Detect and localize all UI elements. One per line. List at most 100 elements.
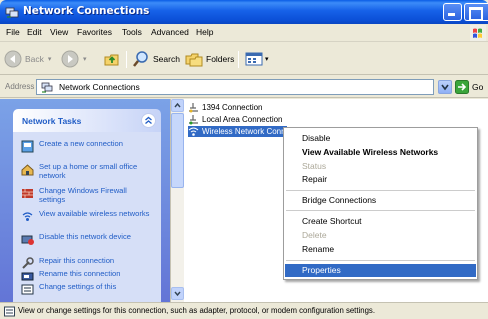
- folders-icon: [185, 53, 203, 67]
- forward-dropdown-icon[interactable]: ▾: [83, 55, 87, 63]
- task-label: Change settings of this: [39, 282, 117, 291]
- wireless-icon: [22, 212, 33, 221]
- forward-arrow-icon: [61, 50, 79, 68]
- lan-connection-icon: [189, 115, 198, 125]
- forward-button[interactable]: ▾: [61, 49, 87, 69]
- go-button[interactable]: Go: [455, 80, 483, 94]
- windows-logo-icon: [470, 25, 486, 41]
- search-icon: [133, 51, 148, 67]
- task-label: Rename this connection: [39, 269, 121, 278]
- up-folder-icon: [104, 54, 119, 66]
- task-pane-scrollbar[interactable]: [170, 99, 184, 302]
- task-repair-connection[interactable]: Repair this connection: [21, 256, 153, 270]
- task-label: View available wireless networks: [39, 209, 150, 218]
- folders-label: Folders: [206, 54, 235, 64]
- task-rename-connection[interactable]: Rename this connection: [21, 269, 153, 283]
- minimize-button[interactable]: [443, 3, 462, 21]
- settings-icon: [21, 284, 34, 295]
- menu-advanced[interactable]: Advanced: [151, 27, 189, 37]
- wireless-connection-icon: [188, 127, 199, 136]
- connection-label: 1394 Connection: [202, 103, 263, 112]
- go-label: Go: [472, 82, 484, 92]
- network-tasks-list: Create a new connection Set up a home or…: [13, 132, 161, 307]
- menu-favorites[interactable]: Favorites: [77, 27, 112, 37]
- status-text: View or change settings for this connect…: [18, 306, 375, 315]
- network-tasks-header[interactable]: Network Tasks: [13, 109, 161, 132]
- ctx-rename[interactable]: Rename: [285, 243, 476, 256]
- ctx-view-wireless-networks[interactable]: View Available Wireless Networks: [285, 146, 476, 159]
- ctx-properties[interactable]: Properties: [285, 264, 476, 277]
- network-tasks-title: Network Tasks: [22, 116, 82, 126]
- up-folder-button[interactable]: [103, 49, 121, 69]
- views-icon: [245, 52, 263, 66]
- task-label: Repair this connection: [39, 256, 115, 265]
- task-label: Change Windows Firewall settings: [39, 186, 127, 204]
- chevron-down-icon: [174, 291, 181, 297]
- address-input[interactable]: Network Connections: [36, 79, 434, 95]
- maximize-button[interactable]: [464, 3, 488, 21]
- properties-icon: [4, 306, 15, 317]
- toolbar-separator: [238, 51, 239, 68]
- scroll-up-button[interactable]: [171, 99, 184, 112]
- chevron-down-icon: [441, 84, 449, 91]
- ctx-bridge-connections[interactable]: Bridge Connections: [285, 194, 476, 207]
- context-menu: Disable View Available Wireless Networks…: [283, 127, 478, 280]
- firewall-icon: [22, 189, 33, 198]
- task-change-settings[interactable]: Change settings of this: [21, 282, 153, 296]
- address-dropdown-button[interactable]: [438, 80, 452, 94]
- task-label: Disable this network device: [39, 232, 132, 241]
- task-label: Set up a home or small office network: [39, 162, 138, 180]
- toolbar-separator: [126, 51, 127, 68]
- search-button[interactable]: Search: [132, 49, 180, 69]
- views-button[interactable]: ▾: [245, 49, 269, 69]
- address-bar: Address Network Connections Go: [0, 76, 488, 98]
- go-arrow-icon: [455, 80, 469, 94]
- back-label: Back: [25, 54, 44, 64]
- address-label: Address: [5, 82, 35, 91]
- connection-label: Local Area Connection: [202, 115, 283, 124]
- chevron-up-icon: [174, 102, 181, 108]
- menu-tools[interactable]: Tools: [122, 27, 142, 37]
- ctx-separator: [286, 190, 475, 191]
- ctx-separator: [286, 210, 475, 211]
- toolbar: Back ▾ ▾ Search Folders ▾: [0, 43, 488, 75]
- scroll-thumb[interactable]: [171, 113, 184, 188]
- ctx-disable[interactable]: Disable: [285, 132, 476, 145]
- menu-file[interactable]: File: [6, 27, 20, 37]
- back-dropdown-icon[interactable]: ▾: [48, 55, 52, 63]
- menu-bar: File Edit View Favorites Tools Advanced …: [0, 24, 488, 42]
- task-disable-device[interactable]: Disable this network device: [21, 232, 153, 246]
- menu-help[interactable]: Help: [196, 27, 213, 37]
- task-firewall-settings[interactable]: Change Windows Firewall settings: [21, 186, 153, 204]
- connection-local-area[interactable]: Local Area Connection: [188, 114, 283, 125]
- search-label: Search: [153, 54, 180, 64]
- ctx-create-shortcut[interactable]: Create Shortcut: [285, 215, 476, 228]
- views-dropdown-icon: ▾: [265, 56, 269, 63]
- connection-wireless[interactable]: Wireless Network Conr: [188, 126, 287, 137]
- back-button[interactable]: Back ▾: [4, 49, 51, 69]
- connection-label: Wireless Network Conr: [202, 127, 284, 136]
- task-label: Create a new connection: [39, 139, 124, 148]
- task-home-network[interactable]: Set up a home or small office network: [21, 162, 153, 180]
- new-connection-icon: [21, 140, 34, 153]
- menu-view[interactable]: View: [50, 27, 68, 37]
- status-bar: View or change settings for this connect…: [0, 302, 488, 319]
- ctx-separator: [286, 260, 475, 261]
- address-value: Network Connections: [59, 82, 140, 92]
- title-bar[interactable]: Network Connections: [0, 0, 488, 24]
- collapse-button[interactable]: [141, 113, 156, 128]
- network-connections-icon: [5, 7, 19, 18]
- network-connections-window: Network Connections File Edit View Favor…: [0, 0, 488, 319]
- folders-button[interactable]: Folders: [185, 49, 234, 69]
- ctx-delete: Delete: [302, 230, 327, 240]
- disable-device-icon: [21, 235, 34, 245]
- connection-1394[interactable]: 1394 Connection: [188, 102, 263, 113]
- network-connections-icon: [41, 82, 53, 93]
- ctx-repair[interactable]: Repair: [285, 173, 476, 186]
- back-arrow-icon: [4, 50, 22, 68]
- scroll-down-button[interactable]: [171, 287, 184, 300]
- home-network-icon: [21, 164, 34, 176]
- task-view-wireless[interactable]: View available wireless networks: [21, 209, 153, 223]
- task-create-connection[interactable]: Create a new connection: [21, 139, 153, 153]
- menu-edit[interactable]: Edit: [27, 27, 42, 37]
